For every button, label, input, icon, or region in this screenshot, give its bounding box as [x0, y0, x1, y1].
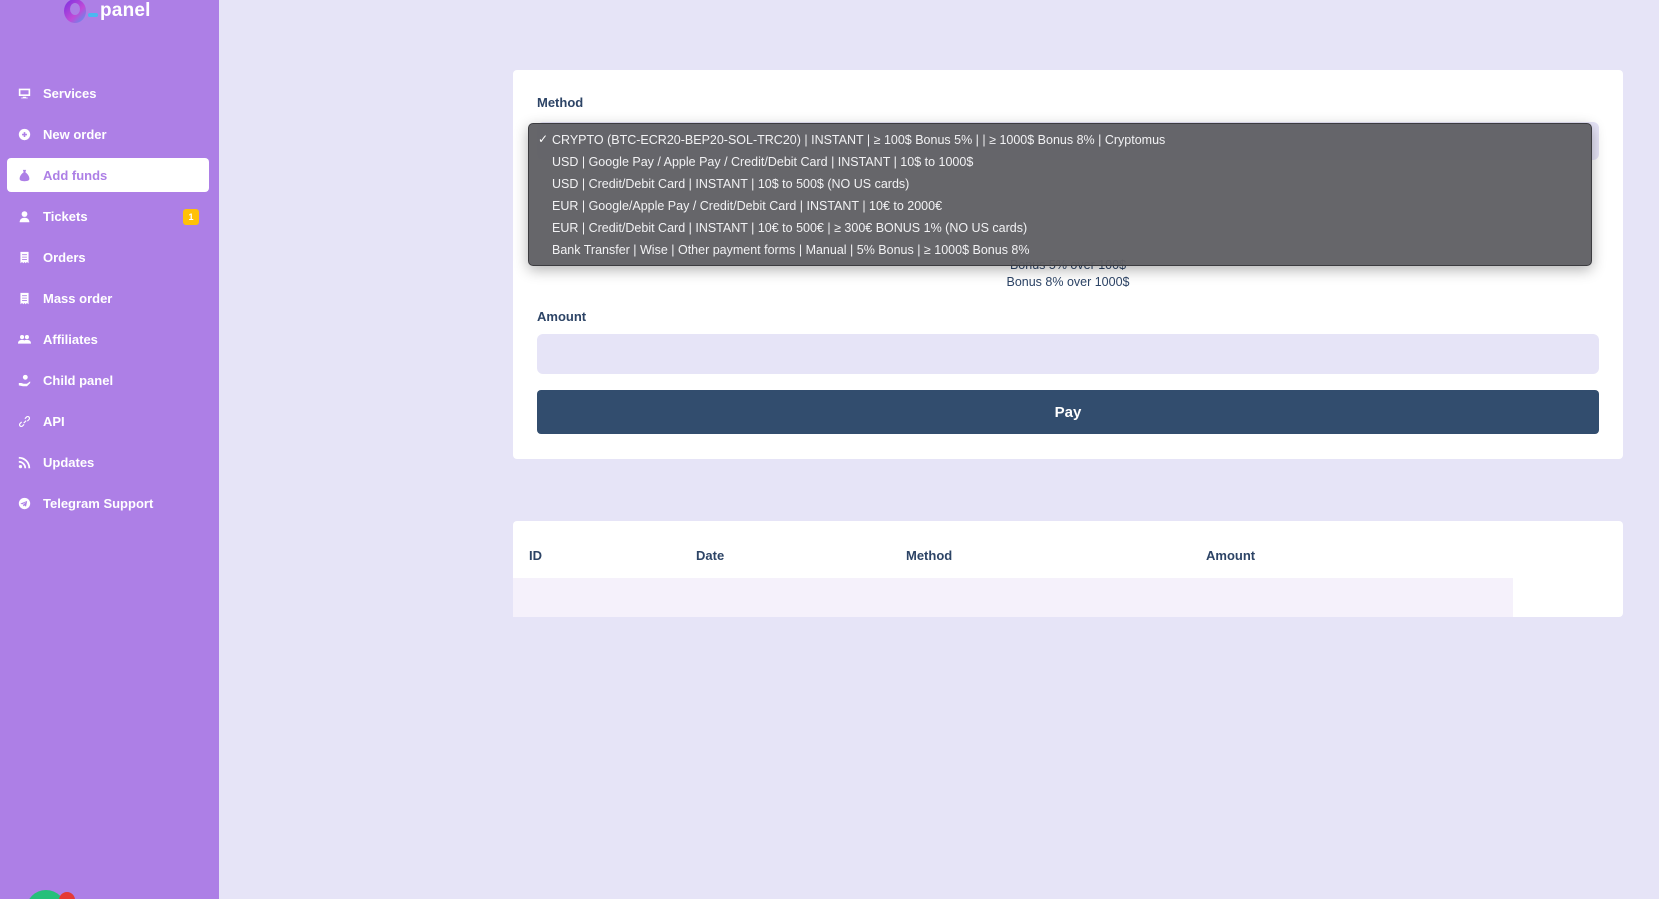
column-header-date: Date	[696, 548, 725, 563]
sidebar-item-affiliates[interactable]: Affiliates	[7, 322, 209, 356]
sidebar-item-label: Orders	[43, 249, 86, 265]
table-row	[513, 578, 1513, 617]
sidebar-item-api[interactable]: API	[7, 404, 209, 438]
link-icon	[17, 414, 31, 428]
telegram-icon	[17, 496, 31, 510]
sidebar-item-tickets[interactable]: Tickets 1	[7, 199, 209, 233]
receipt-icon	[17, 291, 31, 305]
dropdown-option[interactable]: EUR | Google/Apple Pay / Credit/Debit Ca…	[529, 195, 1591, 217]
payments-history-table: ID Date Method Amount	[513, 521, 1623, 617]
sidebar-item-mass-order[interactable]: Mass order	[7, 281, 209, 315]
checkmark-icon: ✓	[538, 132, 549, 146]
sidebar-item-label: New order	[43, 126, 107, 142]
method-description-line-2: Bonus 8% over 1000$	[1006, 275, 1130, 289]
amount-label: Amount	[537, 309, 587, 324]
sidebar-item-label: Updates	[43, 454, 95, 470]
sidebar-item-new-order[interactable]: New order	[7, 117, 209, 151]
column-header-amount: Amount	[1206, 548, 1256, 563]
plus-circle-icon	[17, 127, 31, 141]
column-header-method: Method	[906, 548, 953, 563]
dropdown-option-label: CRYPTO (BTC-ECR20-BEP20-SOL-TRC20) | INS…	[552, 133, 1166, 147]
sidebar-item-label: Services	[43, 85, 97, 101]
amount-input[interactable]	[537, 334, 1599, 374]
logo[interactable]: panel	[64, 0, 151, 26]
method-label: Method	[537, 95, 584, 110]
dropdown-option-label: EUR | Credit/Debit Card | INSTANT | 10€ …	[552, 221, 1028, 235]
sidebar-item-orders[interactable]: Orders	[7, 240, 209, 274]
monitor-icon	[17, 86, 31, 100]
user-headset-icon	[17, 209, 31, 223]
logo-text: panel	[100, 0, 151, 21]
method-dropdown-menu: ✓ CRYPTO (BTC-ECR20-BEP20-SOL-TRC20) | I…	[528, 123, 1592, 266]
dropdown-option-label: EUR | Google/Apple Pay / Credit/Debit Ca…	[552, 199, 943, 213]
dropdown-option[interactable]: EUR | Credit/Debit Card | INSTANT | 10€ …	[529, 217, 1591, 239]
sidebar: panel Services New order Add funds Ticke…	[0, 0, 219, 899]
users-icon	[17, 332, 31, 346]
sidebar-item-services[interactable]: Services	[7, 76, 209, 110]
sidebar-item-label: Telegram Support	[43, 495, 154, 511]
sidebar-item-updates[interactable]: Updates	[7, 445, 209, 479]
dropdown-option[interactable]: USD | Credit/Debit Card | INSTANT | 10$ …	[529, 173, 1591, 195]
dropdown-option[interactable]: USD | Google Pay / Apple Pay / Credit/De…	[529, 151, 1591, 173]
sidebar-item-label: Tickets	[43, 208, 88, 224]
money-bag-icon	[17, 168, 31, 182]
dropdown-option-label: USD | Google Pay / Apple Pay / Credit/De…	[552, 155, 974, 169]
sidebar-item-label: Mass order	[43, 290, 113, 306]
sidebar-item-child-panel[interactable]: Child panel	[7, 363, 209, 397]
dropdown-option[interactable]: ✓ CRYPTO (BTC-ECR20-BEP20-SOL-TRC20) | I…	[529, 129, 1591, 151]
pay-button[interactable]: Pay	[537, 390, 1599, 434]
dropdown-option-label: Bank Transfer | Wise | Other payment for…	[552, 243, 1030, 257]
dropdown-option[interactable]: Bank Transfer | Wise | Other payment for…	[529, 239, 1591, 261]
dropdown-option-label: USD | Credit/Debit Card | INSTANT | 10$ …	[552, 177, 910, 191]
column-header-id: ID	[529, 548, 542, 563]
sidebar-item-label: Child panel	[43, 372, 114, 388]
sidebar-item-telegram-support[interactable]: Telegram Support	[7, 486, 209, 520]
chat-notification-dot	[59, 892, 75, 899]
logo-dot	[88, 13, 98, 17]
rss-icon	[17, 455, 31, 469]
sidebar-nav: Services New order Add funds Tickets 1 O…	[7, 76, 209, 527]
sidebar-item-label: Affiliates	[43, 331, 98, 347]
sidebar-item-label: API	[43, 413, 65, 429]
logo-mark-icon	[64, 0, 86, 23]
sidebar-item-add-funds[interactable]: Add funds	[7, 158, 209, 192]
tickets-count-badge: 1	[183, 209, 199, 225]
sidebar-item-label: Add funds	[43, 167, 108, 183]
hand-holding-icon	[17, 373, 31, 387]
receipt-icon	[17, 250, 31, 264]
